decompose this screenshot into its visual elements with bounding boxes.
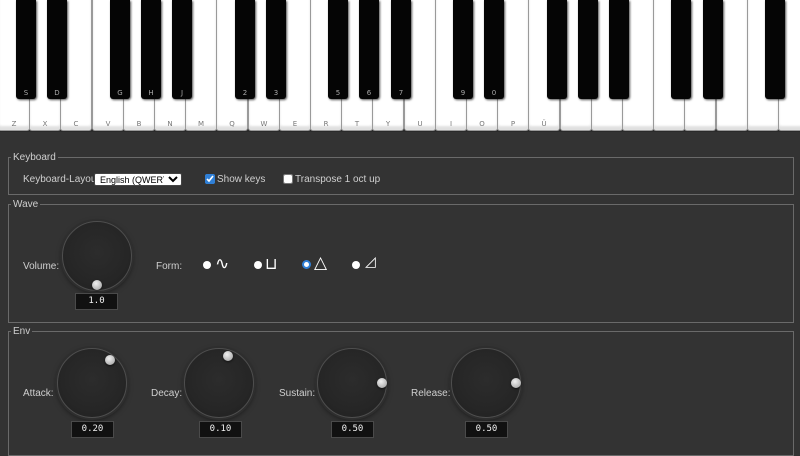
black-key-label: 7 — [398, 89, 404, 97]
white-key-label: E — [292, 120, 298, 128]
black-key[interactable]: D — [47, 0, 67, 99]
sawtooth-wave-radio[interactable] — [352, 261, 360, 269]
black-key-label: G — [117, 89, 123, 97]
triangle-wave-icon: △ — [314, 253, 328, 273]
white-key-label: U — [417, 120, 423, 128]
square-wave-radio[interactable] — [254, 261, 262, 269]
sawtooth-wave-icon: ◿ — [365, 254, 376, 270]
black-key[interactable]: G — [110, 0, 130, 99]
white-key-label: I — [449, 120, 453, 128]
white-key-label: Q — [229, 120, 235, 128]
volume-knob[interactable] — [62, 221, 132, 291]
white-key-label: Z — [11, 120, 17, 128]
show-keys-label: Show keys — [217, 174, 266, 185]
white-key-label: O — [479, 120, 485, 128]
black-key-label: 6 — [366, 89, 372, 97]
black-key[interactable] — [765, 0, 785, 99]
attack-label: Attack: — [23, 388, 54, 399]
keyboard-layout-select[interactable]: English (QWERTY) — [94, 173, 182, 186]
white-key-label: R — [323, 120, 329, 128]
white-key-label: T — [354, 120, 360, 128]
release-label: Release: — [411, 388, 451, 399]
decay-knob[interactable] — [184, 348, 254, 418]
sine-wave-radio[interactable] — [203, 261, 211, 269]
black-key[interactable]: S — [16, 0, 36, 99]
release-value[interactable]: 0.50 — [465, 421, 508, 438]
black-key[interactable] — [547, 0, 567, 99]
white-key-label: Ü — [541, 120, 547, 128]
black-key[interactable]: 6 — [359, 0, 379, 99]
black-key[interactable]: 9 — [453, 0, 473, 99]
white-key-label: Y — [385, 120, 391, 128]
form-label: Form: — [156, 261, 183, 272]
sustain-label: Sustain: — [279, 388, 316, 399]
transpose-label: Transpose 1 oct up — [295, 174, 381, 185]
black-key-label: 0 — [491, 89, 497, 97]
release-knob-indicator — [511, 378, 521, 388]
square-wave-icon: ⊔ — [265, 254, 278, 273]
attack-knob-indicator — [105, 355, 115, 365]
sustain-knob[interactable] — [317, 348, 387, 418]
white-key-label: M — [197, 120, 205, 128]
white-key-label: C — [73, 120, 79, 128]
white-key-label: W — [260, 120, 268, 128]
black-key-label: J — [180, 89, 184, 97]
wave-legend: Wave — [13, 199, 39, 210]
decay-value[interactable]: 0.10 — [199, 421, 242, 438]
decay-label: Decay: — [151, 388, 183, 399]
white-key-label: N — [167, 120, 173, 128]
black-key[interactable]: 2 — [235, 0, 255, 99]
black-key[interactable]: 7 — [391, 0, 411, 99]
release-knob[interactable] — [451, 348, 521, 418]
black-key[interactable]: J — [172, 0, 192, 99]
volume-value[interactable]: 1.0 — [75, 293, 118, 310]
black-key[interactable]: 5 — [328, 0, 348, 99]
black-key[interactable]: H — [141, 0, 161, 99]
black-key[interactable] — [578, 0, 598, 99]
white-key-label: V — [105, 120, 111, 128]
black-key-label: D — [54, 89, 60, 97]
volume-knob-indicator — [92, 280, 102, 290]
black-key-label: H — [148, 89, 154, 97]
sustain-value[interactable]: 0.50 — [331, 421, 374, 438]
white-key-label: B — [136, 120, 142, 128]
black-key-label: 9 — [460, 89, 466, 97]
keyboard-legend: Keyboard — [13, 152, 56, 163]
white-key-label: P — [510, 120, 516, 128]
black-key-label: 2 — [242, 89, 248, 97]
attack-knob[interactable] — [57, 348, 127, 418]
triangle-wave-radio[interactable] — [302, 260, 311, 269]
show-keys-checkbox[interactable] — [205, 174, 215, 184]
volume-label: Volume: — [23, 261, 60, 272]
sine-wave-icon: ∿ — [215, 254, 230, 274]
sustain-knob-indicator — [377, 378, 387, 388]
black-key[interactable] — [671, 0, 691, 99]
black-key-label: 5 — [335, 89, 341, 97]
black-key-label: S — [23, 89, 29, 97]
decay-knob-indicator — [223, 351, 233, 361]
white-key-label: X — [42, 120, 48, 128]
piano-keyboard[interactable]: Z X C V B N M Q W E R T Y U I O P Ü S D G H J 2 3 5 6 7 9 0 — [0, 0, 800, 132]
keyboard-layout-label: Keyboard-Layout: — [23, 174, 102, 185]
black-key[interactable]: 3 — [266, 0, 286, 99]
env-legend: Env — [13, 326, 31, 337]
black-key-label: 3 — [273, 89, 279, 97]
black-key[interactable] — [703, 0, 723, 99]
black-key[interactable] — [609, 0, 629, 99]
transpose-checkbox[interactable] — [283, 174, 293, 184]
attack-value[interactable]: 0.20 — [71, 421, 114, 438]
black-key[interactable]: 0 — [484, 0, 504, 99]
